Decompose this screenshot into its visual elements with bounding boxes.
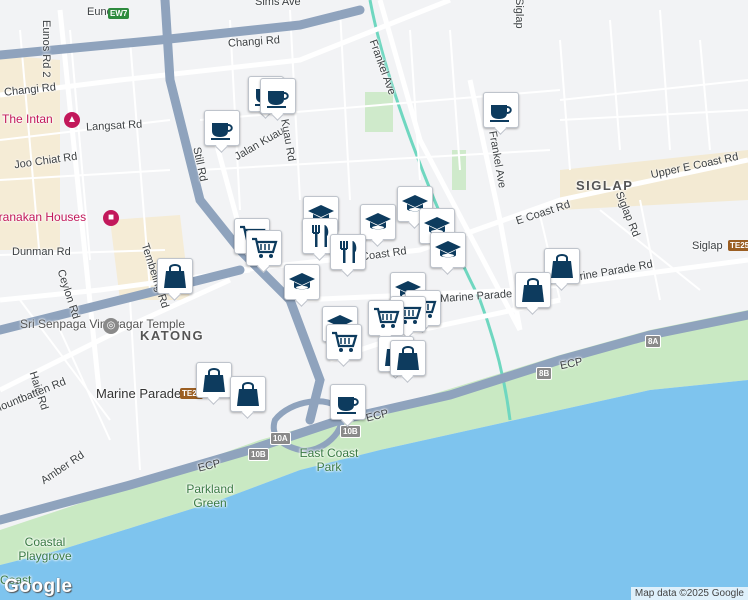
shopping-cart-icon [372, 304, 400, 332]
google-logo: Google [4, 576, 73, 597]
exit-shield: 10B [248, 448, 269, 461]
road-label: Sims Ave [255, 0, 301, 8]
poi-label: Marine Parade [96, 386, 182, 401]
coffee-marker[interactable] [204, 110, 240, 146]
mortarboard-pink-icon: ▲ [64, 112, 80, 128]
shopping-cart-icon [250, 234, 278, 262]
shopping-bag-icon [161, 262, 189, 290]
school-marker[interactable] [284, 264, 320, 300]
exit-shield: 10B [340, 425, 361, 438]
shopping-marker[interactable] [515, 272, 551, 308]
school-marker[interactable] [430, 232, 466, 268]
park-label: East Coast Park [299, 446, 359, 474]
area-label: SIGLAP [576, 178, 634, 193]
coffee-cup-icon [208, 114, 236, 142]
graduation-cap-icon [288, 268, 316, 296]
shopping-cart-icon [330, 328, 358, 356]
road-label: Siglap [692, 240, 723, 252]
park-label: Coastal Playgrove [18, 535, 72, 563]
road-label: Siglap [513, 0, 525, 29]
shopping-bag-icon [548, 252, 576, 280]
coffee-marker[interactable] [330, 384, 366, 420]
poi-label: Peranakan Houses [0, 210, 87, 224]
coffee-cup-icon [487, 96, 515, 124]
map-canvas[interactable]: Eunos Sims Ave Changi Rd Changi Rd Frank… [0, 0, 748, 600]
shopping-marker[interactable] [390, 340, 426, 376]
temple-icon: ◎ [103, 318, 119, 334]
graduation-cap-icon [434, 236, 462, 264]
road-label: Eunos Rd 2 [40, 20, 52, 78]
grocery-marker[interactable] [368, 300, 404, 336]
mrt-station-badge: EW7 [108, 8, 130, 19]
exit-shield: 8B [536, 367, 553, 380]
mrt-station-badge: TE25 [728, 240, 748, 251]
road-label: Dunman Rd [12, 246, 71, 258]
coffee-cup-icon [334, 388, 362, 416]
coffee-marker[interactable] [260, 78, 296, 114]
coffee-marker[interactable] [483, 92, 519, 128]
coffee-cup-icon [264, 82, 292, 110]
shopping-bag-icon [394, 344, 422, 372]
museum-pin-icon: ■ [103, 210, 119, 226]
exit-shield: 8A [645, 335, 662, 348]
shopping-marker[interactable] [196, 362, 232, 398]
grocery-marker[interactable] [326, 324, 362, 360]
graduation-cap-icon [364, 208, 392, 236]
park-label: Parkland Green [186, 482, 234, 510]
shopping-marker[interactable] [230, 376, 266, 412]
poi-label: The Intan [2, 112, 53, 126]
shopping-bag-icon [200, 366, 228, 394]
shopping-bag-icon [519, 276, 547, 304]
shopping-marker[interactable] [157, 258, 193, 294]
fork-knife-icon [334, 238, 362, 266]
grocery-marker[interactable] [246, 230, 282, 266]
shopping-bag-icon [234, 380, 262, 408]
exit-shield: 10A [270, 432, 291, 445]
map-attribution[interactable]: Map data ©2025 Google [630, 587, 748, 600]
restaurant-marker[interactable] [330, 234, 366, 270]
